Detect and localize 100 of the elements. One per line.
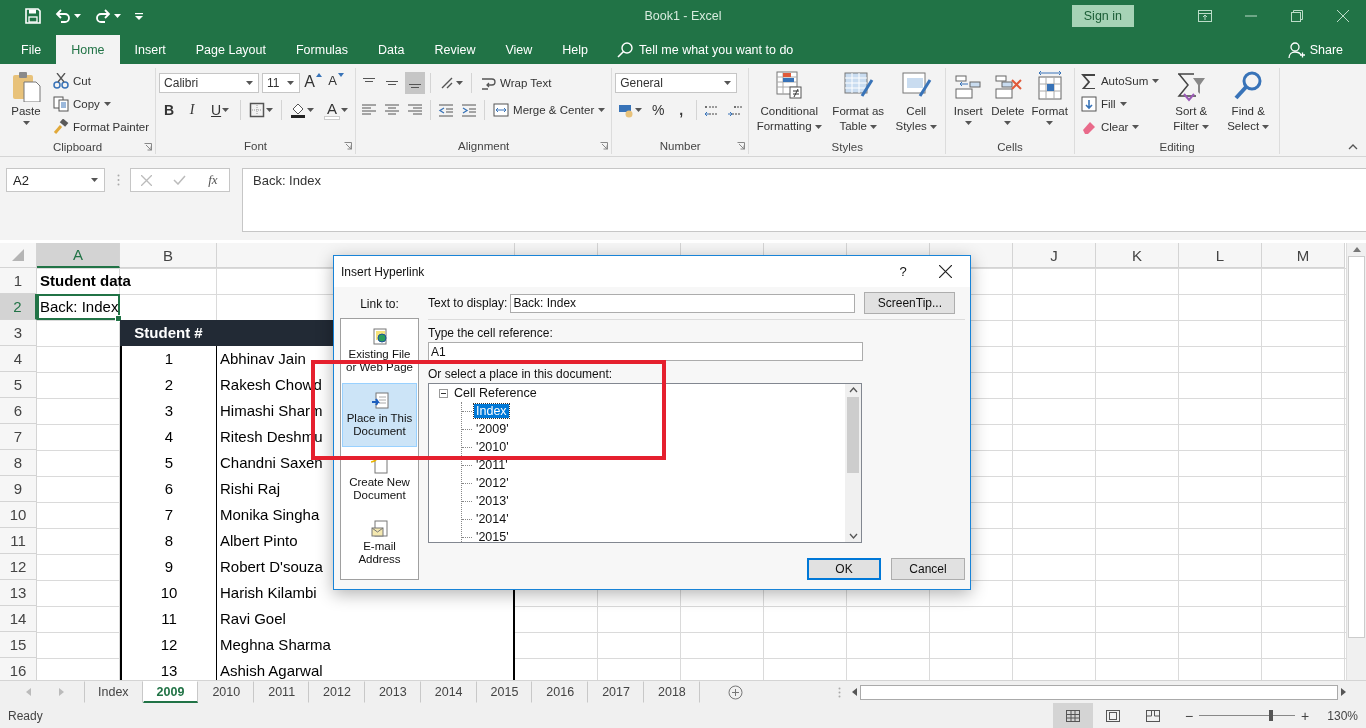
row-header[interactable]: 11 xyxy=(0,528,37,554)
row-header[interactable]: 14 xyxy=(0,606,37,632)
menu-tab[interactable]: Insert xyxy=(119,35,181,64)
redo-icon[interactable] xyxy=(95,9,111,23)
row-header[interactable]: 8 xyxy=(0,450,37,476)
menu-tab[interactable]: File xyxy=(6,35,57,64)
column-header[interactable]: M xyxy=(1262,243,1345,268)
format-painter-button[interactable]: Format Painter xyxy=(50,116,153,138)
row-header[interactable]: 7 xyxy=(0,424,37,450)
wrap-text-button[interactable]: Wrap Text xyxy=(477,72,555,94)
menu-tab[interactable]: Help xyxy=(547,35,604,64)
tree-item[interactable]: '2015' xyxy=(474,530,511,542)
column-header[interactable]: L xyxy=(1179,243,1262,268)
cells-button[interactable]: Format xyxy=(1028,68,1071,140)
help-button[interactable]: ? xyxy=(886,263,920,280)
save-icon[interactable] xyxy=(25,8,41,24)
grow-font-button[interactable]: A xyxy=(303,72,324,94)
dialog-launcher-icon[interactable] xyxy=(344,142,353,150)
row-header[interactable]: 2 xyxy=(0,294,37,320)
number-format-field[interactable]: General xyxy=(615,73,738,93)
zoom-in-button[interactable]: + xyxy=(1295,706,1316,725)
add-sheet-icon[interactable] xyxy=(727,684,743,700)
menu-tab[interactable]: Formulas xyxy=(280,35,364,64)
tree-item[interactable]: '2014' xyxy=(474,512,511,526)
tell-me-field[interactable]: Tell me what you want to do xyxy=(639,42,840,57)
column-header[interactable]: A xyxy=(37,243,120,268)
dialog-launcher-icon[interactable] xyxy=(600,142,609,150)
scroll-down-icon[interactable] xyxy=(848,533,858,539)
copy-button[interactable]: Copy xyxy=(50,93,153,115)
sheet-tab[interactable]: 2009 xyxy=(142,681,199,703)
screentip-button[interactable]: ScreenTip... xyxy=(864,292,956,314)
share-button[interactable]: Share xyxy=(1286,35,1344,64)
link-type-button[interactable]: Place in This Document xyxy=(342,383,417,447)
undo-icon[interactable] xyxy=(55,9,71,23)
style-button[interactable]: Conditional Formatting xyxy=(752,68,827,140)
row-header[interactable]: 5 xyxy=(0,372,37,398)
fill-button[interactable]: Fill xyxy=(1077,93,1163,115)
cells-button[interactable]: Insert xyxy=(949,68,988,140)
clear-button[interactable]: Clear xyxy=(1077,116,1163,138)
row-header[interactable]: 13 xyxy=(0,580,37,606)
italic-button[interactable]: I xyxy=(182,99,203,121)
menu-tab[interactable]: Data xyxy=(363,35,420,64)
bold-button[interactable]: B xyxy=(159,99,180,121)
dialog-button[interactable]: Cancel xyxy=(891,558,965,580)
zoom-slider-thumb[interactable] xyxy=(1269,710,1274,721)
restore-icon[interactable] xyxy=(1291,10,1303,22)
column-header[interactable]: B xyxy=(120,243,217,268)
style-button[interactable]: Cell Styles xyxy=(890,68,943,140)
insert-function-button[interactable]: fx xyxy=(207,171,219,189)
row-header[interactable]: 4 xyxy=(0,346,37,372)
scrollbar-thumb[interactable] xyxy=(847,397,859,473)
column-header[interactable]: J xyxy=(1013,243,1096,268)
menu-tab[interactable]: Page Layout xyxy=(180,35,281,64)
sign-in-button[interactable]: Sign in xyxy=(1071,5,1134,27)
name-box[interactable]: A2 xyxy=(6,168,105,192)
merge-center-button[interactable]: Merge & Center xyxy=(490,99,609,121)
font-size-field[interactable]: 11 xyxy=(262,73,301,93)
cut-button[interactable]: Cut xyxy=(50,70,153,92)
percent-button[interactable]: % xyxy=(648,99,669,121)
dialog-launcher-icon[interactable] xyxy=(144,143,153,151)
view-button[interactable] xyxy=(1052,703,1093,728)
editing-button[interactable]: Find & Select xyxy=(1220,68,1277,140)
collapse-ribbon-icon[interactable] xyxy=(1348,144,1358,150)
font-name-field[interactable]: Calibri xyxy=(159,73,260,93)
underline-button[interactable]: U xyxy=(205,99,236,121)
row-header[interactable]: 10 xyxy=(0,502,37,528)
dialog-launcher-icon[interactable] xyxy=(737,142,746,150)
row-header[interactable]: 15 xyxy=(0,632,37,658)
vertical-align-button[interactable] xyxy=(405,72,426,94)
check-icon[interactable] xyxy=(173,175,187,185)
comma-button[interactable]: , xyxy=(671,99,692,121)
tree-item[interactable]: Index xyxy=(474,404,509,418)
row-header[interactable]: 12 xyxy=(0,554,37,580)
cell-reference-field[interactable]: A1 xyxy=(428,342,863,361)
font-color-button[interactable]: A xyxy=(320,99,353,121)
column-header[interactable]: K xyxy=(1096,243,1179,268)
row-header[interactable]: 9 xyxy=(0,476,37,502)
row-header[interactable]: 6 xyxy=(0,398,37,424)
collapse-icon[interactable] xyxy=(439,388,448,398)
row-header[interactable]: 1 xyxy=(0,268,37,294)
zoom-out-button[interactable]: − xyxy=(1178,706,1200,725)
close-icon[interactable] xyxy=(938,265,952,278)
row-header[interactable]: 3 xyxy=(0,320,37,346)
menu-tab[interactable]: View xyxy=(490,35,548,64)
scroll-up-icon[interactable] xyxy=(848,387,858,393)
paste-button[interactable]: Paste xyxy=(3,68,49,140)
dialog-button[interactable]: OK xyxy=(807,558,881,580)
row-header[interactable]: 16 xyxy=(0,658,37,680)
menu-tab[interactable]: Home xyxy=(56,35,120,64)
vertical-scrollbar[interactable] xyxy=(1346,243,1366,680)
style-button[interactable]: Format as Table xyxy=(827,68,890,140)
ribbon-display-options-icon[interactable] xyxy=(1198,10,1212,22)
tree-item[interactable]: '2012' xyxy=(474,476,511,490)
formula-field[interactable]: Back: Index xyxy=(242,168,1366,232)
customize-toolbar-icon[interactable] xyxy=(135,12,143,20)
autosum-button[interactable]: AutoSum xyxy=(1077,70,1163,92)
shrink-font-button[interactable]: A xyxy=(326,72,347,94)
tree-item[interactable]: '2009' xyxy=(474,422,511,436)
tree-item[interactable]: '2011' xyxy=(474,458,510,472)
text-to-display-field[interactable]: Back: Index xyxy=(510,293,856,313)
